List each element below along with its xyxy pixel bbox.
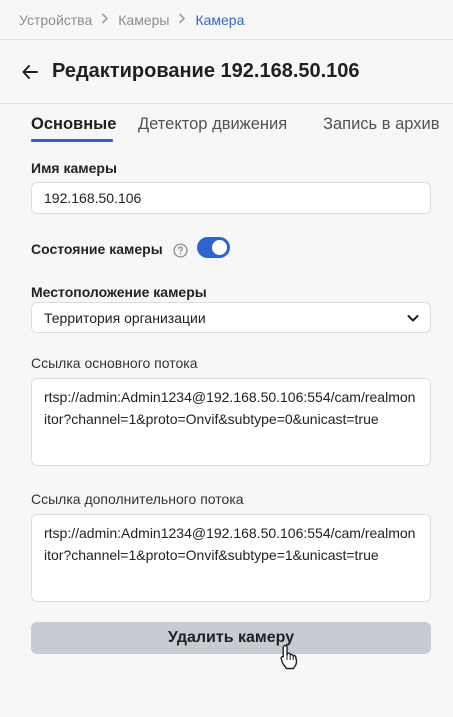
toggle-knob: [212, 240, 227, 255]
camera-location-select[interactable]: Территория организации: [31, 302, 431, 333]
extra-stream-textarea[interactable]: rtsp://admin:Admin1234@192.168.50.106:55…: [31, 514, 431, 602]
camera-name-label: Имя камеры: [31, 160, 117, 176]
tab-motion-detector[interactable]: Детектор движения: [138, 115, 287, 134]
camera-location-value: Территория организации: [44, 309, 206, 326]
page-title: Редактирование 192.168.50.106: [52, 60, 360, 82]
tab-general[interactable]: Основные: [31, 115, 116, 134]
breadcrumb-item-devices[interactable]: Устройства: [19, 12, 92, 28]
active-tab-indicator: [31, 139, 113, 142]
breadcrumb-item-camera: Камера: [195, 11, 245, 28]
extra-stream-value: rtsp://admin:Admin1234@192.168.50.106:55…: [44, 525, 416, 563]
breadcrumb-item-cameras[interactable]: Камеры: [118, 12, 169, 28]
camera-name-value: 192.168.50.106: [44, 190, 142, 206]
delete-camera-label: Удалить камеру: [167, 629, 295, 646]
chevron-right-icon: [101, 12, 109, 27]
camera-name-input[interactable]: 192.168.50.106: [31, 182, 431, 214]
extra-stream-label: Ссылка дополнительного потока: [31, 491, 244, 507]
question-circle-icon[interactable]: [173, 243, 188, 258]
hand-pointer-cursor-icon: [279, 644, 301, 670]
chevron-down-icon: [406, 311, 420, 325]
tab-bar: Основные Детектор движения Запись в архи…: [0, 104, 453, 144]
camera-location-label: Местоположение камеры: [31, 284, 207, 300]
main-stream-textarea[interactable]: rtsp://admin:Admin1234@192.168.50.106:55…: [31, 378, 431, 466]
delete-camera-button[interactable]: Удалить камеру: [31, 622, 431, 654]
camera-state-toggle[interactable]: [197, 237, 230, 258]
page-header: Редактирование 192.168.50.106: [0, 40, 453, 104]
chevron-right-icon: [178, 12, 186, 27]
main-stream-value: rtsp://admin:Admin1234@192.168.50.106:55…: [44, 389, 416, 427]
arrow-left-icon[interactable]: [22, 63, 40, 81]
tab-archive-recording[interactable]: Запись в архив: [323, 115, 439, 134]
breadcrumb: Устройства Камеры Камера: [0, 0, 453, 40]
main-stream-label: Ссылка основного потока: [31, 355, 198, 371]
camera-state-label: Состояние камеры: [31, 241, 163, 257]
